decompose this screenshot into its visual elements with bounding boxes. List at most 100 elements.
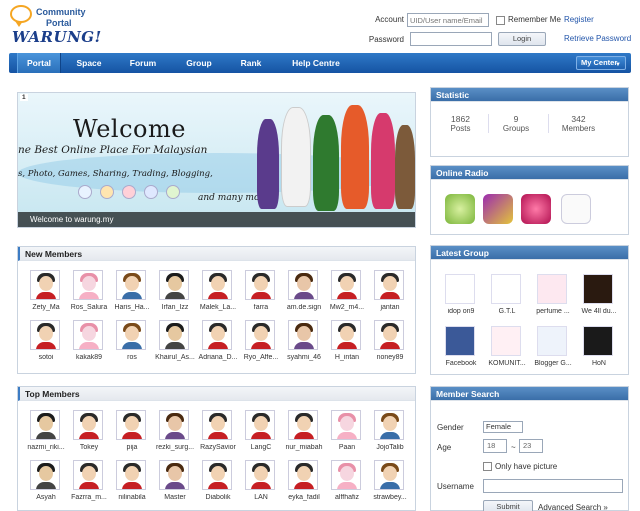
nav-group[interactable]: Group [177, 53, 221, 73]
avatar[interactable] [159, 320, 189, 350]
member-name[interactable]: Paan [325, 444, 369, 451]
new-member[interactable]: kakak89 [67, 320, 107, 370]
avatar[interactable] [374, 320, 404, 350]
group-name[interactable]: We 4ll du... [577, 308, 621, 315]
group-logo[interactable] [445, 274, 475, 304]
avatar[interactable] [288, 320, 318, 350]
avatar[interactable] [374, 270, 404, 300]
member-name[interactable]: noney89 [368, 354, 412, 361]
avatar[interactable] [116, 460, 146, 490]
new-member[interactable]: Khairul_As... [153, 320, 195, 370]
member-name[interactable]: LangC [239, 444, 283, 451]
group-name[interactable]: Facebook [439, 360, 483, 367]
member-name[interactable]: nur_miabah [282, 444, 326, 451]
submit-button[interactable]: Submit [483, 500, 533, 511]
new-member[interactable]: Zety_Ma [24, 270, 64, 320]
member-name[interactable]: Haris_Ha... [110, 304, 154, 311]
retrieve-password-link[interactable]: Retrieve Password [564, 34, 631, 43]
member-name[interactable]: ros [110, 354, 154, 361]
register-link[interactable]: Register [564, 15, 594, 24]
avatar[interactable] [73, 460, 103, 490]
member-name[interactable]: Fazrra_m... [67, 494, 111, 501]
radio-era-logo[interactable] [445, 194, 475, 224]
banner-slide-number[interactable]: 1 [20, 94, 28, 101]
new-member[interactable]: Adriana_D... [196, 320, 237, 370]
top-member[interactable]: alffhafiz [325, 460, 365, 510]
avatar[interactable] [73, 410, 103, 440]
my-center-dropdown[interactable]: My Center ▼ [576, 56, 626, 70]
group-logo[interactable] [445, 326, 475, 356]
top-member[interactable]: Master [153, 460, 193, 510]
avatar[interactable] [30, 270, 60, 300]
member-name[interactable]: sotoi [24, 354, 68, 361]
new-member[interactable]: Mw2_m4... [325, 270, 365, 320]
top-member[interactable]: eyka_fadil [282, 460, 322, 510]
top-member[interactable]: Fazrra_m... [67, 460, 107, 510]
new-member[interactable]: noney89 [368, 320, 408, 370]
new-member[interactable]: sotoi [24, 320, 64, 370]
member-name[interactable]: RazySavior [196, 444, 240, 451]
member-name[interactable]: Asyah [24, 494, 68, 501]
password-input[interactable] [410, 32, 492, 46]
new-member[interactable]: Irfan_Izz [153, 270, 193, 320]
avatar[interactable] [159, 410, 189, 440]
member-name[interactable]: Malek_La... [196, 304, 240, 311]
top-member[interactable]: strawbey... [368, 460, 408, 510]
member-name[interactable]: strawbey... [368, 494, 412, 501]
top-member[interactable]: rezki_surg... [153, 410, 194, 460]
member-name[interactable]: Master [153, 494, 197, 501]
member-name[interactable]: LAN [239, 494, 283, 501]
avatar[interactable] [116, 320, 146, 350]
top-member[interactable]: RazySavior [196, 410, 236, 460]
member-name[interactable]: Zety_Ma [24, 304, 68, 311]
member-name[interactable]: Irfan_Izz [153, 304, 197, 311]
age-to-input[interactable]: 23 [519, 439, 543, 453]
top-member[interactable]: Asyah [24, 460, 64, 510]
avatar[interactable] [116, 410, 146, 440]
avatar[interactable] [245, 410, 275, 440]
nav-space[interactable]: Space [67, 53, 111, 73]
avatar[interactable] [331, 270, 361, 300]
nav-portal[interactable]: Portal [17, 53, 61, 73]
member-name[interactable]: Ros_Salura [67, 304, 111, 311]
member-name[interactable]: Diabolik [196, 494, 240, 501]
top-member[interactable]: nur_miabah [282, 410, 322, 460]
member-name[interactable]: Mw2_m4... [325, 304, 369, 311]
radio-broken-image-icon[interactable] [561, 194, 591, 224]
avatar[interactable] [73, 320, 103, 350]
group-name[interactable]: G.T.L [485, 308, 529, 315]
avatar[interactable] [159, 460, 189, 490]
avatar[interactable] [116, 270, 146, 300]
avatar[interactable] [30, 320, 60, 350]
group-logo[interactable] [583, 274, 613, 304]
member-name[interactable]: jantan [368, 304, 412, 311]
new-member[interactable]: Ryo_Affe... [239, 320, 279, 370]
member-name[interactable]: rezki_surg... [153, 444, 197, 451]
member-name[interactable]: pija [110, 444, 154, 451]
top-member[interactable]: Tokey [67, 410, 107, 460]
top-member[interactable]: Paan [325, 410, 365, 460]
new-member[interactable]: Ros_Salura [67, 270, 107, 320]
top-member[interactable]: pija [110, 410, 150, 460]
top-member[interactable]: LAN [239, 460, 279, 510]
age-from-input[interactable]: 18 [483, 439, 507, 453]
new-member[interactable]: Haris_Ha... [110, 270, 150, 320]
remember-me-checkbox[interactable] [496, 16, 505, 25]
avatar[interactable] [202, 320, 232, 350]
member-name[interactable]: Khairul_As... [153, 354, 197, 361]
member-name[interactable]: H_intan [325, 354, 369, 361]
avatar[interactable] [202, 460, 232, 490]
new-member[interactable]: am.de.sign [282, 270, 322, 320]
advanced-search-link[interactable]: Advanced Search » [538, 503, 608, 511]
top-member[interactable]: nilinabila [110, 460, 150, 510]
group-name[interactable]: Blogger G... [531, 360, 575, 367]
member-name[interactable]: kakak89 [67, 354, 111, 361]
avatar[interactable] [374, 460, 404, 490]
only-picture-checkbox[interactable] [483, 462, 492, 471]
avatar[interactable] [202, 270, 232, 300]
new-member[interactable]: ros [110, 320, 150, 370]
gender-select[interactable]: Female [483, 421, 523, 433]
nav-rank[interactable]: Rank [229, 53, 273, 73]
member-name[interactable]: nilinabila [110, 494, 154, 501]
avatar[interactable] [331, 410, 361, 440]
